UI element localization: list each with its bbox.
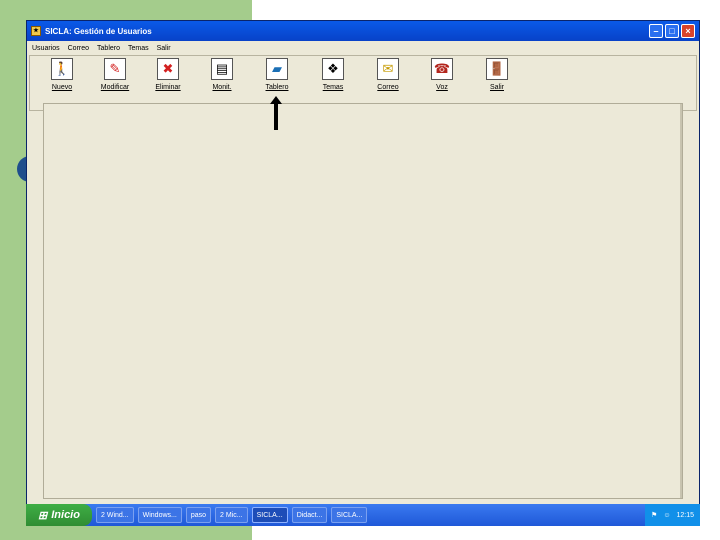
- correo-button[interactable]: ✉ Correo: [362, 58, 414, 108]
- taskbar-item[interactable]: Didact...: [291, 507, 328, 523]
- app-icon: ★: [31, 26, 41, 36]
- delete-user-icon: ✖: [157, 58, 179, 80]
- menu-temas[interactable]: Temas: [128, 45, 149, 52]
- windows-logo-icon: ⊞: [38, 509, 48, 522]
- taskbar: ⊞ Inicio 2 Wind... Windows... paso 2 Mic…: [26, 504, 700, 526]
- taskbar-item[interactable]: Windows...: [137, 507, 182, 523]
- salir-label: Salir: [489, 84, 504, 91]
- voz-button[interactable]: ☎ Voz: [416, 58, 468, 108]
- menu-usuarios[interactable]: Usuarios: [32, 45, 60, 52]
- monitor-icon: ▤: [211, 58, 233, 80]
- clock-text: 12:15: [676, 511, 694, 519]
- taskbar-item[interactable]: 2 Wind...: [96, 507, 134, 523]
- new-user-icon: 🚶: [51, 58, 73, 80]
- monit-button[interactable]: ▤ Monit.: [196, 58, 248, 108]
- temas-button[interactable]: ❖ Temas: [307, 58, 359, 108]
- correo-label: Correo: [377, 84, 399, 91]
- menu-bar: Usuarios Correo Tablero Temas Salir: [27, 41, 699, 55]
- taskbar-item[interactable]: 2 Mic...: [215, 507, 248, 523]
- app-window: ★ SICLA: Gestión de Usuarios – □ × Usuar…: [26, 20, 700, 506]
- temas-label: Temas: [322, 84, 344, 91]
- topics-icon: ❖: [322, 58, 344, 80]
- window-title: SICLA: Gestión de Usuarios: [45, 26, 152, 36]
- tablero-label: Tablero: [265, 84, 289, 91]
- exit-icon: 🚪: [486, 58, 508, 80]
- close-button[interactable]: ×: [681, 24, 695, 38]
- mail-icon: ✉: [377, 58, 399, 80]
- salir-button[interactable]: 🚪 Salir: [471, 58, 523, 108]
- content-panel: [43, 103, 683, 499]
- eliminar-button[interactable]: ✖ Eliminar: [142, 58, 194, 108]
- board-icon: ▰: [266, 58, 288, 80]
- tray-icon[interactable]: ☺: [663, 512, 670, 519]
- minimize-button[interactable]: –: [649, 24, 663, 38]
- menu-tablero[interactable]: Tablero: [97, 45, 120, 52]
- tray-icon[interactable]: ⚑: [651, 511, 657, 519]
- nuevo-label: Nuevo: [51, 84, 73, 91]
- menu-salir[interactable]: Salir: [157, 45, 171, 52]
- modificar-button[interactable]: ✎ Modificar: [89, 58, 141, 108]
- content-border-right: [680, 104, 682, 498]
- system-tray: ⚑ ☺ 12:15: [645, 504, 700, 526]
- modificar-label: Modificar: [100, 84, 130, 91]
- start-label: Inicio: [51, 509, 80, 521]
- monit-label: Monit.: [212, 84, 232, 91]
- eliminar-label: Eliminar: [155, 84, 181, 91]
- annotation-arrow-icon: [270, 96, 282, 130]
- menu-correo[interactable]: Correo: [68, 45, 89, 52]
- taskbar-item[interactable]: paso: [185, 507, 212, 523]
- start-button[interactable]: ⊞ Inicio: [26, 504, 92, 526]
- voice-icon: ☎: [431, 58, 453, 80]
- edit-user-icon: ✎: [104, 58, 126, 80]
- voz-label: Voz: [436, 84, 448, 91]
- taskbar-item-active[interactable]: SICLA...: [251, 507, 288, 523]
- nuevo-button[interactable]: 🚶 Nuevo: [36, 58, 88, 108]
- maximize-button[interactable]: □: [665, 24, 679, 38]
- taskbar-item[interactable]: SICLA...: [331, 507, 368, 523]
- title-bar: ★ SICLA: Gestión de Usuarios – □ ×: [27, 21, 699, 41]
